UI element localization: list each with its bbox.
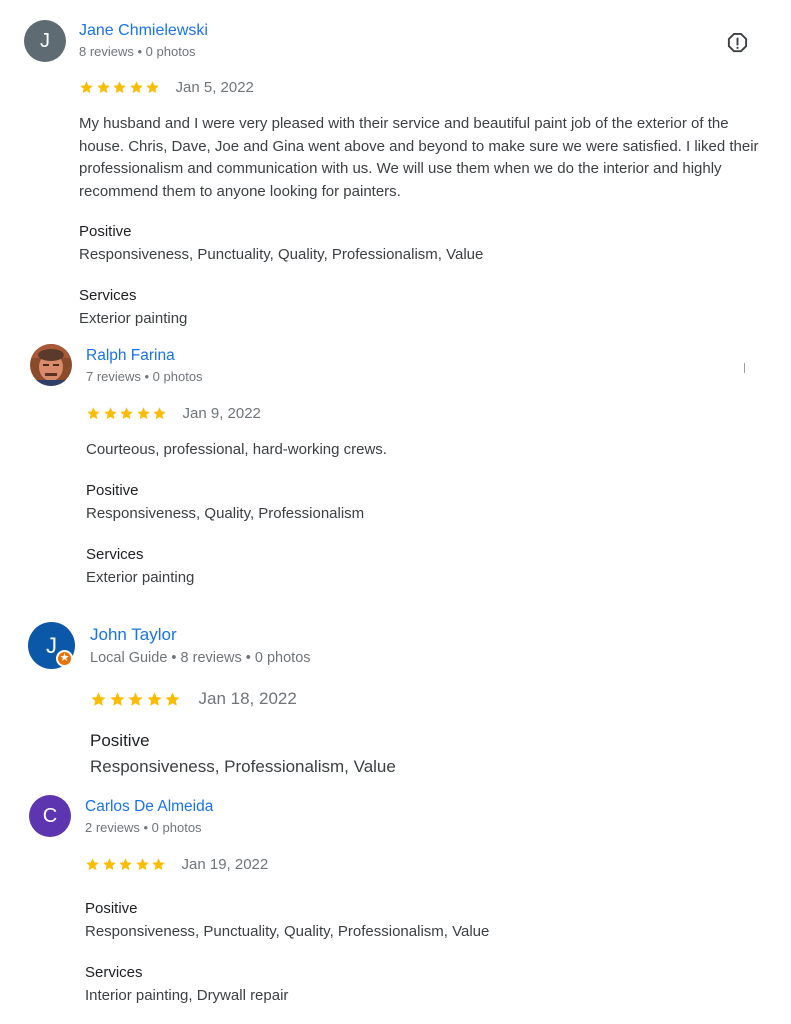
services-heading: Services bbox=[85, 964, 143, 981]
star-icon bbox=[135, 858, 149, 871]
star-icon bbox=[102, 858, 116, 871]
rating-row: Jan 19, 2022 bbox=[85, 856, 268, 873]
avatar-letter: C bbox=[42, 804, 58, 827]
review-date: Jan 19, 2022 bbox=[181, 856, 269, 873]
star-icon bbox=[152, 858, 165, 871]
positive-attributes: Responsiveness, Punctuality, Quality, Pr… bbox=[85, 923, 490, 940]
reviewer-meta: 2 reviews • 0 photos bbox=[85, 820, 202, 835]
star-icon bbox=[119, 858, 132, 871]
positive-heading: Positive bbox=[85, 900, 138, 917]
star-rating bbox=[85, 857, 168, 872]
review-card: C Carlos De Almeida 2 reviews • 0 photos… bbox=[0, 0, 791, 1024]
star-icon bbox=[86, 858, 99, 871]
services-value: Interior painting, Drywall repair bbox=[85, 987, 289, 1004]
avatar[interactable]: C bbox=[29, 795, 71, 837]
reviewer-name[interactable]: Carlos De Almeida bbox=[85, 798, 213, 816]
